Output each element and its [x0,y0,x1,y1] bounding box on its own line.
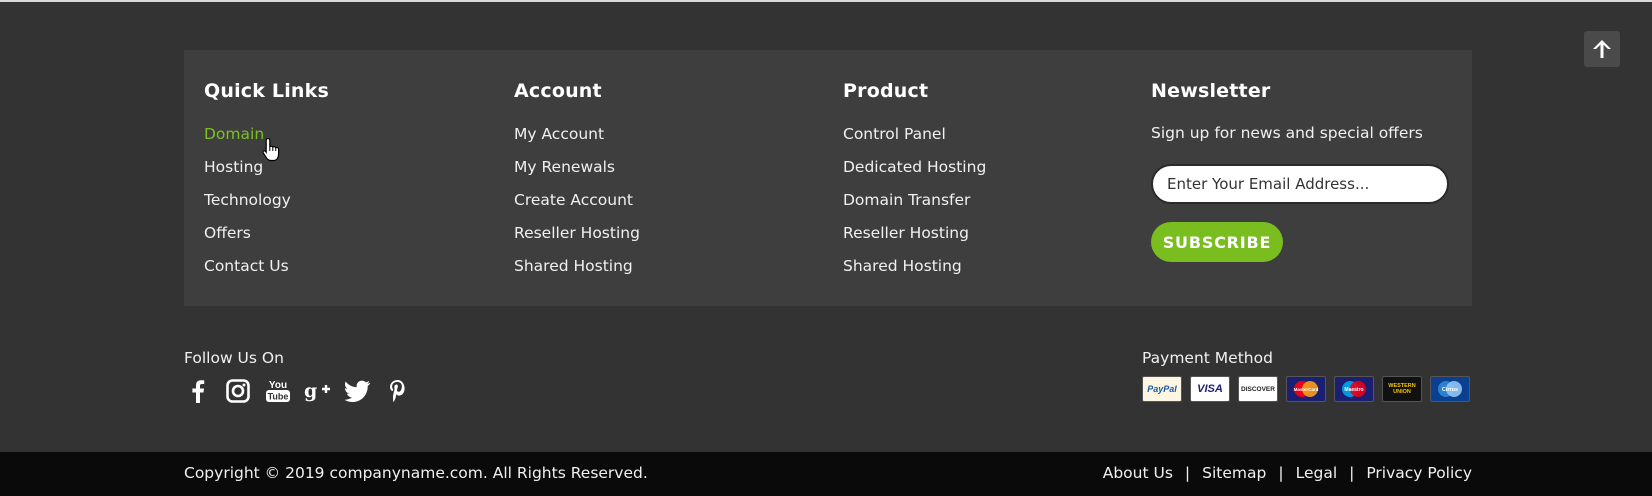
quick-link-offers[interactable]: Offers [204,223,329,256]
quick-links-column: Quick Links Domain Hosting Technology Of… [204,80,329,289]
account-link-my-renewals[interactable]: My Renewals [514,157,640,190]
svg-text:Tube: Tube [268,392,289,402]
cirrus-card-icon: Cirrus [1430,376,1470,402]
product-link-reseller-hosting[interactable]: Reseller Hosting [843,223,986,256]
account-link-reseller-hosting[interactable]: Reseller Hosting [514,223,640,256]
subscribe-button[interactable]: SUBSCRIBE [1151,222,1283,262]
copyright-text: Copyright © 2019 companyname.com. All Ri… [184,464,648,482]
sitemap-link[interactable]: Sitemap [1202,464,1266,482]
newsletter-text: Sign up for news and special offers [1151,124,1423,142]
about-us-link[interactable]: About Us [1103,464,1173,482]
product-link-dedicated-hosting[interactable]: Dedicated Hosting [843,157,986,190]
youtube-icon[interactable]: You Tube [264,377,292,405]
instagram-icon[interactable] [224,377,252,405]
follow-us-section: Follow Us On You Tube g [184,349,412,405]
footer-links-panel: Quick Links Domain Hosting Technology Of… [184,50,1472,306]
western-union-card-icon: WESTERN UNION [1382,376,1422,402]
link-separator: | [1184,464,1191,482]
legal-link[interactable]: Legal [1296,464,1338,482]
svg-text:g: g [304,380,317,402]
cirrus-label: Cirrus [1442,387,1458,393]
link-separator: | [1349,464,1355,482]
twitter-icon[interactable] [344,377,372,405]
hand-cursor-icon [262,137,280,162]
product-column: Product Control Panel Dedicated Hosting … [843,80,986,289]
visa-card-icon: VISA [1190,376,1230,402]
mastercard-label: MasterCard [1294,387,1319,392]
google-plus-icon[interactable]: g [304,377,332,405]
newsletter-title: Newsletter [1151,80,1271,102]
quick-links-title: Quick Links [204,80,329,102]
newsletter-email-input[interactable] [1151,164,1449,204]
payment-method-label: Payment Method [1142,349,1273,367]
product-title: Product [843,80,929,102]
product-link-shared-hosting[interactable]: Shared Hosting [843,256,986,289]
account-column: Account My Account My Renewals Create Ac… [514,80,640,289]
account-title: Account [514,80,602,102]
bottom-bar: Copyright © 2019 companyname.com. All Ri… [0,452,1652,496]
pinterest-icon[interactable] [384,377,412,405]
svg-text:You: You [269,380,287,391]
scroll-to-top-button[interactable] [1584,31,1620,67]
arrow-up-icon [1593,40,1611,58]
newsletter-column: Newsletter Sign up for news and special … [1151,80,1449,262]
payment-method-section: Payment Method PayPal VISA DISCOVER Mast… [1142,349,1470,402]
quick-link-contact-us[interactable]: Contact Us [204,256,329,289]
privacy-policy-link[interactable]: Privacy Policy [1366,464,1472,482]
facebook-icon[interactable] [184,377,212,405]
quick-link-technology[interactable]: Technology [204,190,329,223]
product-link-domain-transfer[interactable]: Domain Transfer [843,190,986,223]
maestro-label: Maestro [1344,387,1363,393]
account-link-my-account[interactable]: My Account [514,124,640,157]
discover-card-icon: DISCOVER [1238,376,1278,402]
mastercard-card-icon: MasterCard [1286,376,1326,402]
account-link-shared-hosting[interactable]: Shared Hosting [514,256,640,289]
link-separator: | [1278,464,1284,482]
maestro-card-icon: Maestro [1334,376,1374,402]
legal-links: About Us | Sitemap | Legal | Privacy Pol… [1103,464,1472,482]
top-divider [0,0,1652,2]
follow-us-label: Follow Us On [184,349,284,367]
product-link-control-panel[interactable]: Control Panel [843,124,986,157]
account-link-create-account[interactable]: Create Account [514,190,640,223]
paypal-card-icon: PayPal [1142,376,1182,402]
